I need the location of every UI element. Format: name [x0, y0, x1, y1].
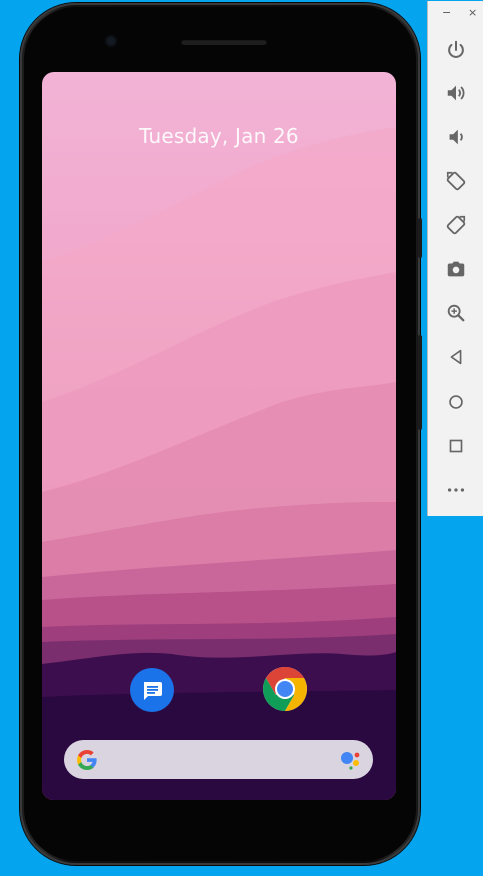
wallpaper — [42, 127, 396, 800]
rotate-right-button[interactable] — [444, 213, 468, 237]
back-icon — [450, 349, 462, 365]
front-camera — [105, 35, 117, 47]
rotate-right-icon — [446, 215, 466, 235]
volume-rocker — [418, 218, 422, 258]
volume-up-icon — [447, 85, 465, 101]
rotate-left-button[interactable] — [444, 169, 468, 193]
screenshot-icon — [447, 261, 465, 277]
more-button[interactable] — [444, 478, 468, 502]
volume-down-icon — [449, 129, 463, 145]
zoom-icon — [447, 304, 465, 322]
home-icon — [449, 395, 463, 409]
chrome-icon — [263, 667, 307, 711]
back-button[interactable] — [444, 345, 468, 369]
chrome-app-icon[interactable] — [262, 666, 308, 712]
home-button[interactable] — [444, 390, 468, 414]
overview-icon — [449, 439, 463, 453]
earpiece-speaker — [181, 39, 267, 45]
lockscreen-date: Tuesday, Jan 26 — [139, 124, 299, 148]
messages-app-icon[interactable] — [130, 668, 174, 712]
toolbar-window-controls: − × — [428, 1, 483, 29]
power-button-hardware — [418, 335, 422, 430]
overview-button[interactable] — [444, 434, 468, 458]
minimize-button[interactable]: − — [442, 6, 451, 19]
rotate-left-icon — [446, 171, 466, 191]
power-button[interactable] — [444, 38, 468, 62]
volume-up-button[interactable] — [444, 81, 468, 105]
screenshot-button[interactable] — [444, 257, 468, 281]
device-screen[interactable]: Tuesday, Jan 26 — [42, 72, 396, 800]
power-icon — [448, 40, 464, 58]
google-search-bar[interactable] — [64, 740, 373, 779]
messages-icon — [144, 682, 162, 700]
volume-down-button[interactable] — [444, 125, 468, 149]
assistant-icon[interactable] — [340, 750, 362, 770]
close-button[interactable]: × — [468, 6, 477, 19]
emulator-toolbar: − × — [427, 1, 483, 516]
more-icon — [447, 488, 465, 492]
zoom-button[interactable] — [444, 301, 468, 325]
google-g-icon — [77, 750, 97, 770]
